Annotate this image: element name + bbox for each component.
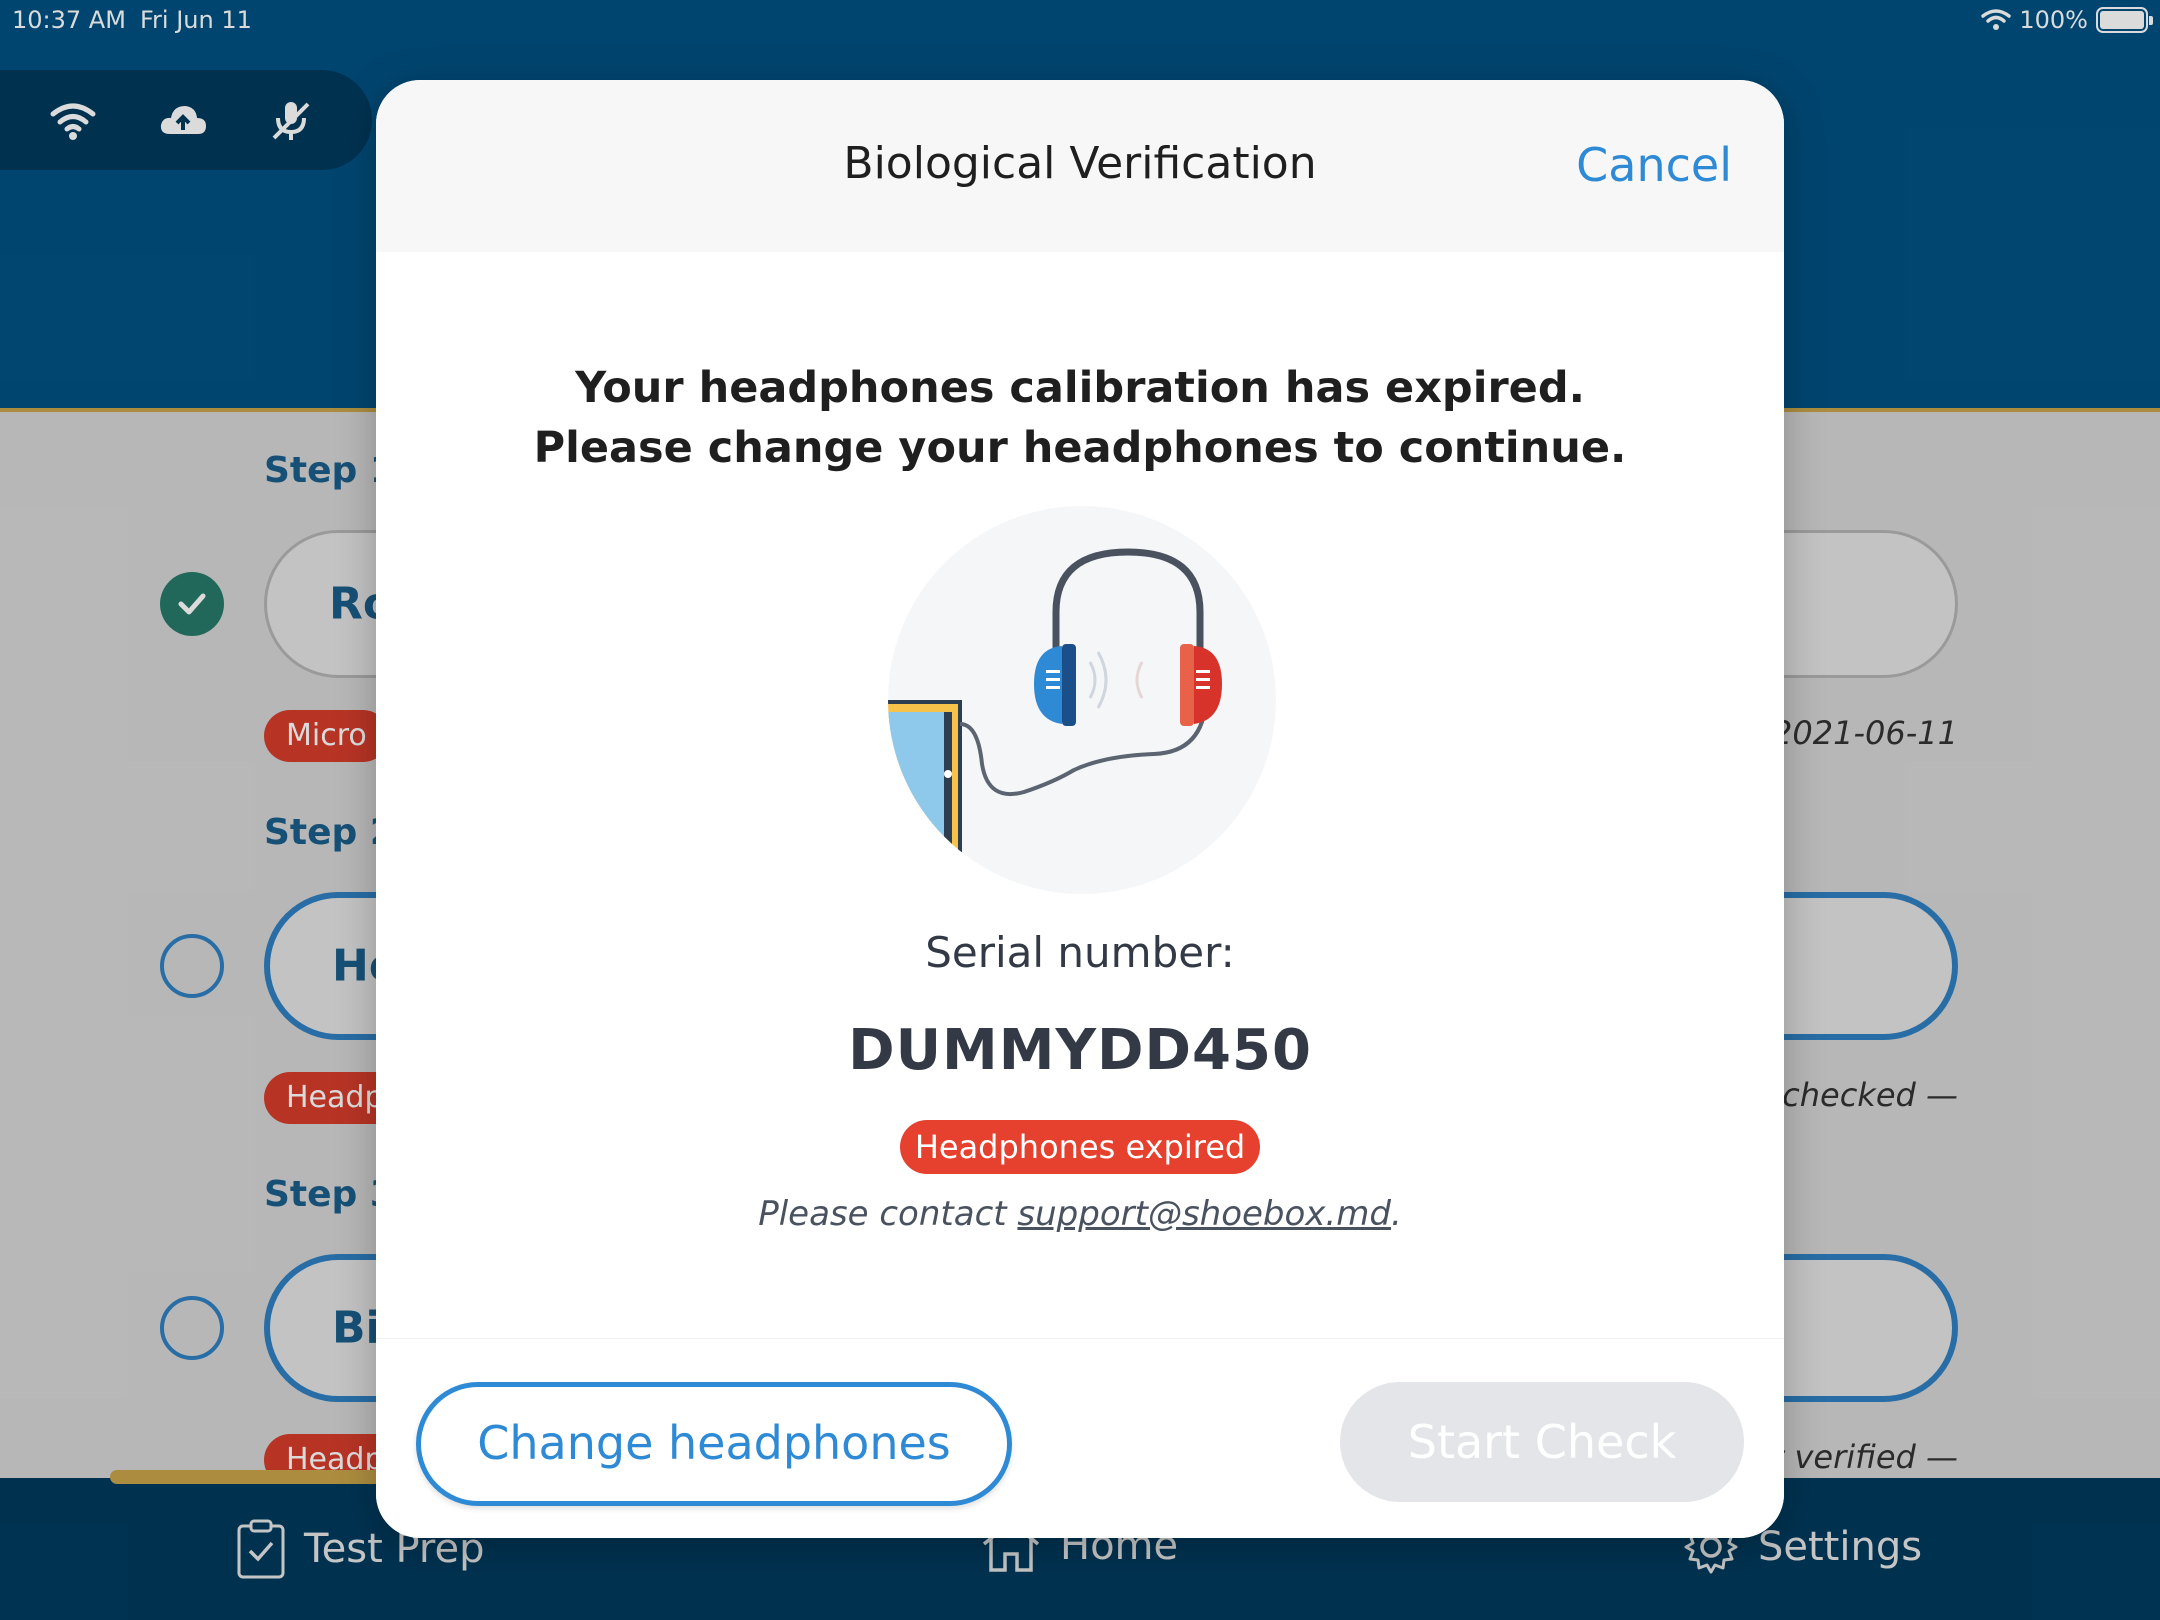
contact-prefix: Please contact (758, 1194, 1018, 1234)
message-line-2: Please change your headphones to continu… (533, 423, 1627, 473)
cancel-button[interactable]: Cancel (1576, 138, 1732, 192)
contact-suffix: . (1390, 1194, 1402, 1234)
expired-message: Your headphones calibration has expired.… (376, 358, 1784, 478)
start-check-button[interactable]: Start Check (1340, 1382, 1744, 1502)
biological-verification-modal: Biological Verification Cancel Your head… (376, 80, 1784, 1538)
support-email-link[interactable]: support@shoebox.md (1017, 1194, 1391, 1234)
support-contact: Please contact support@shoebox.md. (376, 1194, 1784, 1234)
serial-number-value: DUMMYDD450 (848, 1018, 1312, 1083)
headphones-illustration (888, 506, 1276, 894)
change-headphones-button[interactable]: Change headphones (416, 1382, 1012, 1506)
message-line-1: Your headphones calibration has expired. (575, 363, 1585, 413)
serial-number-label: Serial number: (925, 928, 1235, 977)
modal-header: Biological Verification Cancel (376, 80, 1784, 252)
modal-title: Biological Verification (843, 138, 1317, 189)
headphones-expired-badge: Headphones expired (900, 1120, 1260, 1174)
